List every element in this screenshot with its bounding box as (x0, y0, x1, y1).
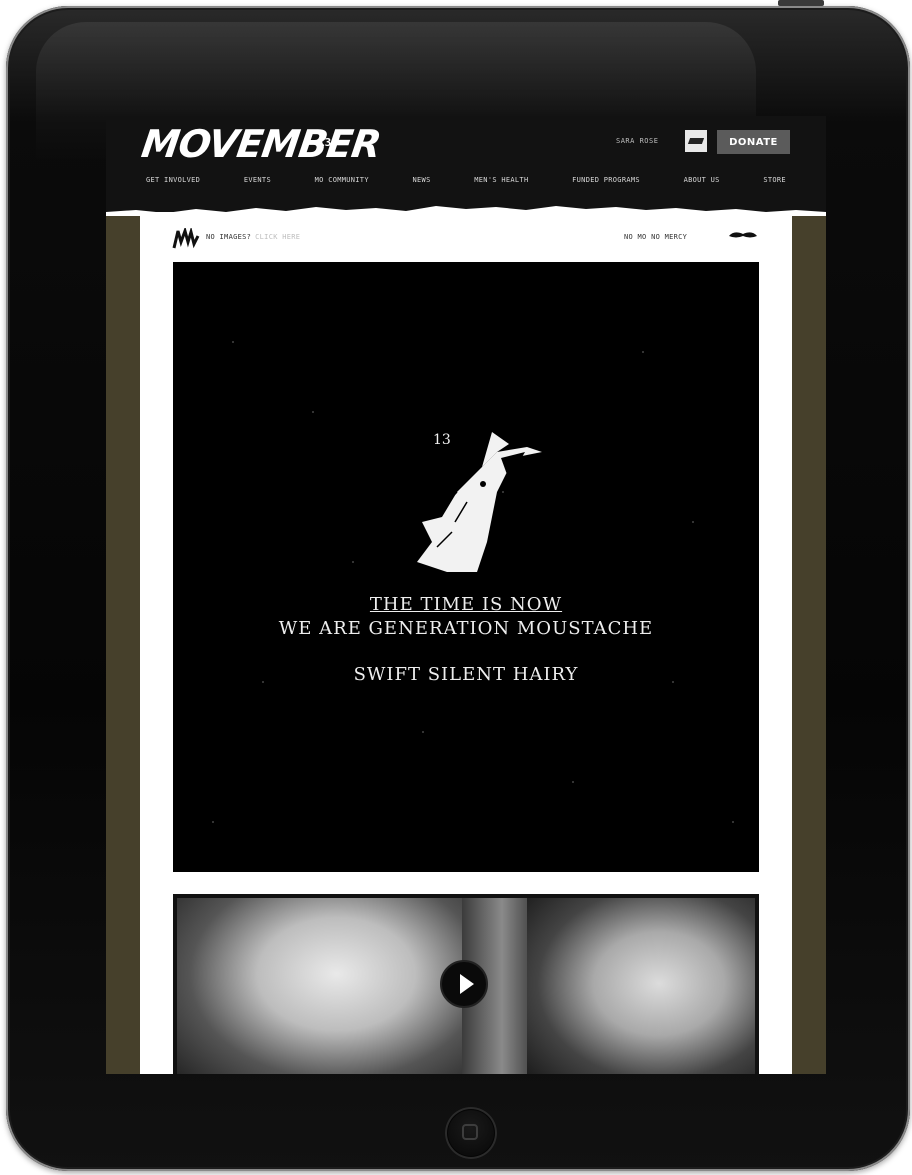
device-top-button (778, 0, 824, 6)
home-button[interactable] (445, 1107, 497, 1159)
user-name[interactable]: SARA ROSE (616, 137, 658, 145)
nav-item-get-involved[interactable]: GET INVOLVED (146, 176, 200, 184)
hero-headline: THE TIME IS NOW (369, 594, 563, 615)
video-thumbnail[interactable] (173, 894, 759, 1074)
hero-banner[interactable]: 13 THE TIME IS NOW WE ARE GENERATION MOU… (173, 262, 759, 872)
logo-year-mark: 13 (318, 136, 332, 149)
mo-brand-icon (172, 228, 200, 249)
nav-item-events[interactable]: EVENTS (244, 176, 271, 184)
mo-mercy-text: NO MO NO MERCY (624, 233, 688, 241)
nav-item-men-s-health[interactable]: MEN'S HEALTH (474, 176, 528, 184)
home-button-icon (462, 1124, 478, 1140)
svg-text:13: 13 (433, 432, 451, 448)
click-here-link[interactable]: CLICK HERE (255, 233, 300, 241)
main-nav: GET INVOLVED EVENTS MO COMMUNITY NEWS MEN'S … (146, 176, 786, 184)
nav-item-funded-programs[interactable]: FUNDED PROGRAMS (572, 176, 640, 184)
video-frame-left (177, 898, 467, 1074)
avatar-icon[interactable] (685, 130, 707, 152)
nav-item-store[interactable]: STORE (763, 176, 786, 184)
screen: MOVEMBER 13 SARA ROSE DONATE GET INVOLVE… (106, 116, 826, 1074)
donate-button[interactable]: DONATE (717, 130, 790, 154)
no-images-text: NO IMAGES? (206, 233, 252, 241)
play-icon[interactable] (440, 960, 488, 1008)
hero-subheadline: WE ARE GENERATION MOUSTACHE (278, 618, 654, 639)
hero-tagline: SWIFT SILENT HAIRY (353, 664, 579, 685)
nav-item-mo-community[interactable]: MO COMMUNITY (315, 176, 369, 184)
wolf-illustration: 13 (417, 432, 542, 572)
email-top-bar: NO IMAGES? CLICK HERE NO MO NO MERCY (140, 212, 792, 262)
email-card: NO IMAGES? CLICK HERE NO MO NO MERCY 13 … (140, 212, 792, 1074)
video-frame-right (527, 898, 755, 1074)
site-header: MOVEMBER 13 SARA ROSE DONATE GET INVOLVE… (106, 116, 826, 216)
moustache-icon (729, 232, 757, 238)
no-images-notice: NO IMAGES? CLICK HERE (206, 233, 300, 241)
nav-item-news[interactable]: NEWS (413, 176, 431, 184)
movember-logo[interactable]: MOVEMBER (139, 122, 383, 166)
nav-item-about-us[interactable]: ABOUT US (684, 176, 720, 184)
